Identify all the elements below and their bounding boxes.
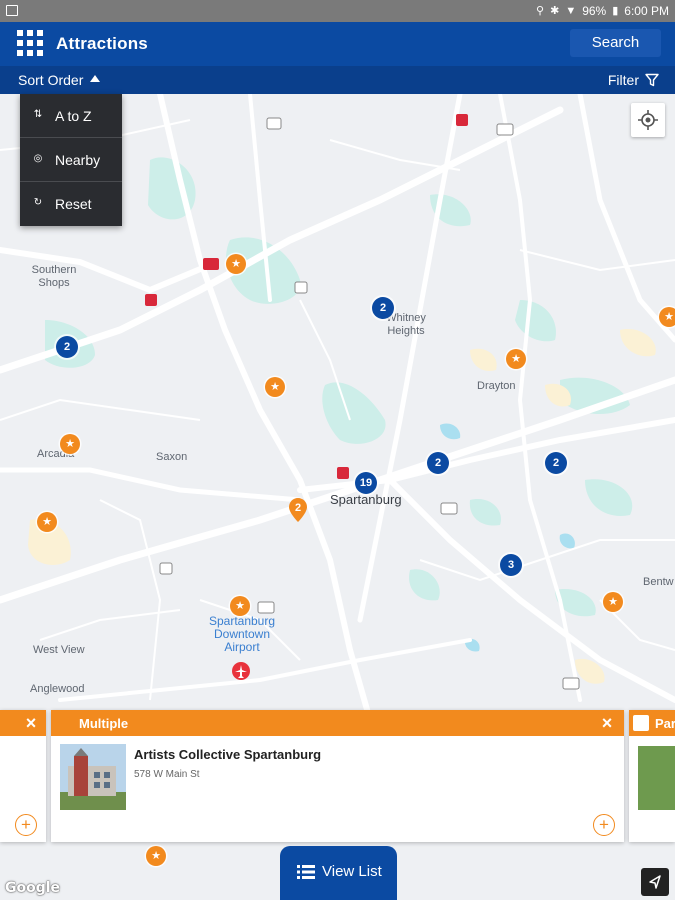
bluetooth-icon: ✱	[550, 5, 560, 17]
category-icon	[633, 715, 649, 731]
attraction-marker-icon[interactable]: ★	[226, 254, 246, 274]
map-label-drayton: Drayton	[477, 380, 516, 392]
sort-az-icon: ⇅	[33, 109, 43, 120]
apps-grid-icon[interactable]	[17, 30, 43, 56]
navigation-arrow-icon	[649, 875, 661, 889]
close-icon[interactable]: ×	[598, 714, 616, 732]
map-label-west-view: West View	[33, 644, 85, 656]
map-cluster-marker[interactable]: 2	[56, 336, 78, 358]
map-cluster-marker[interactable]: 2	[545, 452, 567, 474]
reset-icon: ↻	[33, 197, 43, 208]
caret-up-icon[interactable]	[90, 75, 100, 82]
location-icon: ⚲	[536, 5, 545, 17]
status-bar: ⚲ ✱ ▼ 96% ▮ 6:00 PM	[0, 0, 675, 22]
nearby-icon: ◎	[33, 153, 43, 164]
search-button[interactable]: Search	[570, 29, 661, 57]
attraction-marker-icon[interactable]: ★	[659, 307, 675, 327]
map-label-southern-shops: Southern Shops	[31, 264, 77, 289]
attraction-title[interactable]: Artists Collective Spartanburg	[134, 747, 321, 762]
sort-order-button[interactable]: Sort Order	[18, 72, 83, 88]
app-bar: Attractions Search	[0, 22, 675, 66]
close-icon[interactable]: ×	[22, 714, 40, 732]
view-list-button[interactable]: View List	[280, 846, 397, 900]
attraction-card-carousel[interactable]: × + Multiple × Artists Collective Sparta…	[0, 710, 675, 845]
map-label-bentwood: Bentw	[643, 576, 674, 588]
sort-option-label: A to Z	[55, 108, 92, 124]
pin-count: 2	[294, 502, 302, 514]
sort-filter-bar: Sort Order Filter	[0, 66, 675, 94]
my-location-button[interactable]	[631, 103, 665, 137]
park-thumbnail	[638, 746, 675, 810]
battery-level: 96%	[582, 4, 607, 18]
attraction-marker-icon[interactable]: ★	[603, 592, 623, 612]
attraction-thumbnail	[60, 744, 126, 810]
sort-order-menu: ⇅ A to Z ◎ Nearby ↻ Reset	[20, 94, 122, 226]
google-logo[interactable]: Google	[5, 880, 60, 896]
previous-attraction-card[interactable]: × +	[0, 710, 46, 842]
sort-option-label: Nearby	[55, 152, 101, 168]
attraction-marker-icon[interactable]: ★	[506, 349, 526, 369]
airport-pin-icon[interactable]	[231, 661, 251, 683]
map-cluster-marker[interactable]: 2	[427, 452, 449, 474]
status-right: ⚲ ✱ ▼ 96% ▮ 6:00 PM	[536, 4, 669, 18]
map-label-anglewood: Anglewood	[30, 683, 85, 695]
clock: 6:00 PM	[624, 4, 669, 18]
card-header: Multiple ×	[51, 710, 624, 736]
map-label-spartanburg: Spartanburg	[330, 492, 402, 507]
attraction-marker-icon[interactable]: ★	[265, 377, 285, 397]
sort-option-a-to-z[interactable]: ⇅ A to Z	[20, 94, 122, 138]
wifi-icon: ▼	[565, 5, 577, 17]
attraction-marker-icon[interactable]: ★	[230, 596, 250, 616]
crosshair-icon	[638, 110, 658, 130]
card-category: Multiple	[79, 716, 129, 731]
add-icon[interactable]: +	[15, 814, 37, 836]
filter-button[interactable]: Filter	[608, 72, 639, 88]
attraction-card[interactable]: Multiple × Artists Collective Spartanbur…	[51, 710, 624, 842]
card-header: ×	[0, 710, 46, 736]
attraction-marker-icon[interactable]: ★	[37, 512, 57, 532]
list-icon	[297, 865, 315, 879]
sort-option-nearby[interactable]: ◎ Nearby	[20, 138, 122, 182]
battery-icon: ▮	[612, 5, 619, 17]
next-attraction-card[interactable]: Par	[629, 710, 675, 842]
attraction-marker-icon[interactable]: ★	[60, 434, 80, 454]
page-title: Attractions	[56, 34, 148, 53]
add-icon[interactable]: +	[593, 814, 615, 836]
navigation-button[interactable]	[641, 868, 669, 896]
map-cluster-marker[interactable]: 2	[372, 297, 394, 319]
sort-option-reset[interactable]: ↻ Reset	[20, 182, 122, 226]
map-cluster-marker[interactable]: 19	[355, 472, 377, 494]
card-category: Par	[655, 716, 675, 731]
building-photo	[60, 744, 126, 810]
map-label-airport: Spartanburg Downtown Airport	[208, 614, 276, 654]
card-header: Par	[629, 710, 675, 736]
map-cluster-marker[interactable]: 3	[500, 554, 522, 576]
image-notification-icon	[6, 5, 18, 16]
attraction-address: 578 W Main St	[134, 769, 200, 780]
map-label-saxon: Saxon	[156, 451, 188, 463]
attraction-marker-icon[interactable]: ★	[146, 846, 166, 866]
sort-option-label: Reset	[55, 196, 92, 212]
filter-icon[interactable]	[645, 73, 659, 87]
view-list-label: View List	[322, 863, 382, 880]
